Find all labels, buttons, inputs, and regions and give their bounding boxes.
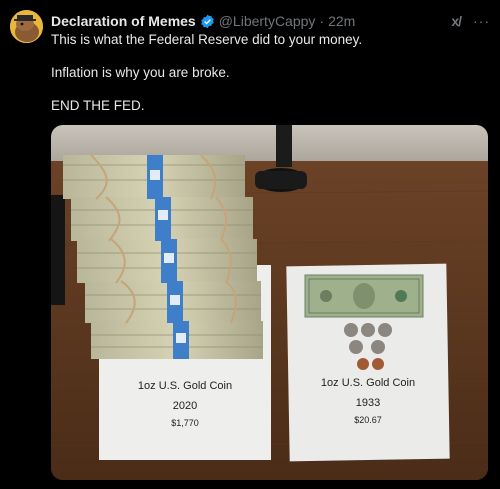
verified-badge-icon	[200, 14, 214, 28]
left-card-title: 1oz U.S. Gold Coin	[137, 380, 233, 392]
tweet-line-2: Inflation is why you are broke.	[51, 65, 230, 80]
right-card-text: 1oz U.S. Gold Coin 1933 $20.67	[288, 377, 448, 425]
tweet-text: This is what the Federal Reserve did to …	[51, 32, 481, 131]
timestamp[interactable]: 22m	[328, 13, 355, 29]
right-card-title: 1oz U.S. Gold Coin	[320, 377, 416, 389]
more-options-icon[interactable]: ···	[473, 13, 490, 29]
tweet-photo[interactable]: 1oz U.S. Gold Coin 2020 $1,770 1oz U.S. …	[51, 125, 488, 480]
grok-icon[interactable]: x/	[451, 13, 462, 29]
capybara-avatar-image	[10, 10, 43, 43]
dot-separator: ·	[319, 13, 325, 29]
left-card-price: $1,770	[171, 418, 199, 428]
left-card-year: 2020	[172, 400, 198, 412]
right-card-year: 1933	[355, 397, 381, 409]
tweet-line-3: END THE FED.	[51, 98, 145, 113]
author-name[interactable]: Declaration of Memes	[51, 13, 196, 29]
avatar[interactable]	[10, 10, 43, 43]
tweet-header: Declaration of Memes @LibertyCappy · 22m…	[51, 11, 490, 31]
right-card-price: $20.67	[354, 415, 382, 425]
left-card-text: 1oz U.S. Gold Coin 2020 $1,770	[99, 380, 271, 428]
tweet-line-1: This is what the Federal Reserve did to …	[51, 32, 363, 47]
author-handle[interactable]: @LibertyCappy	[219, 13, 316, 29]
